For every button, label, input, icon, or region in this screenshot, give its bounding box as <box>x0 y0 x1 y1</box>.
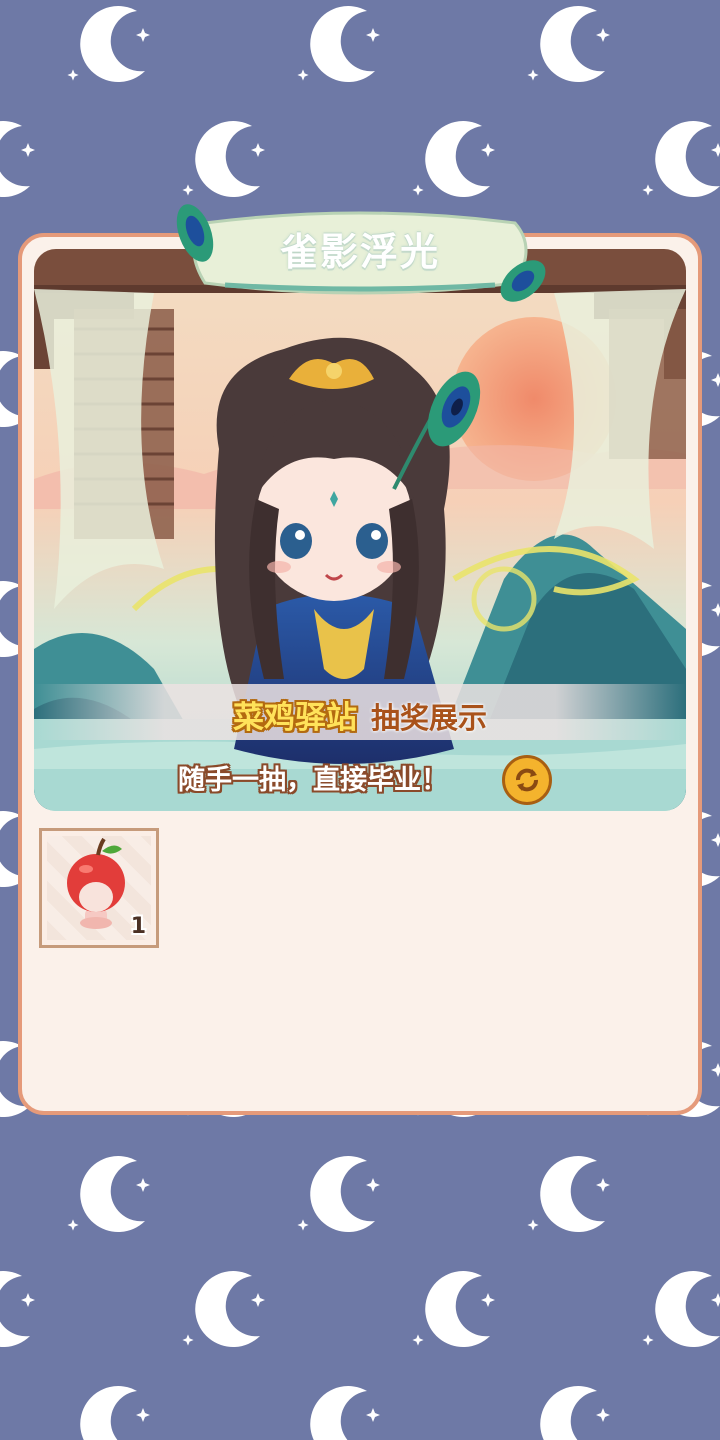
promo-bar: 菜鸡驿站 抽奖展示 <box>34 684 686 740</box>
reward-item-card[interactable]: 1 <box>39 828 159 948</box>
banner-slogan: 随手一抽，直接毕业！ <box>178 765 448 796</box>
banner-title: 雀影浮光 <box>279 230 440 274</box>
banner-title-plaque: 雀影浮光 <box>165 193 555 311</box>
item-count: 1 <box>130 914 146 939</box>
refresh-button[interactable] <box>502 755 552 805</box>
banner-subtitle: 抽奖展示 <box>370 701 487 735</box>
refresh-icon <box>516 768 538 792</box>
brand-name: 菜鸡驿站 <box>232 700 357 736</box>
